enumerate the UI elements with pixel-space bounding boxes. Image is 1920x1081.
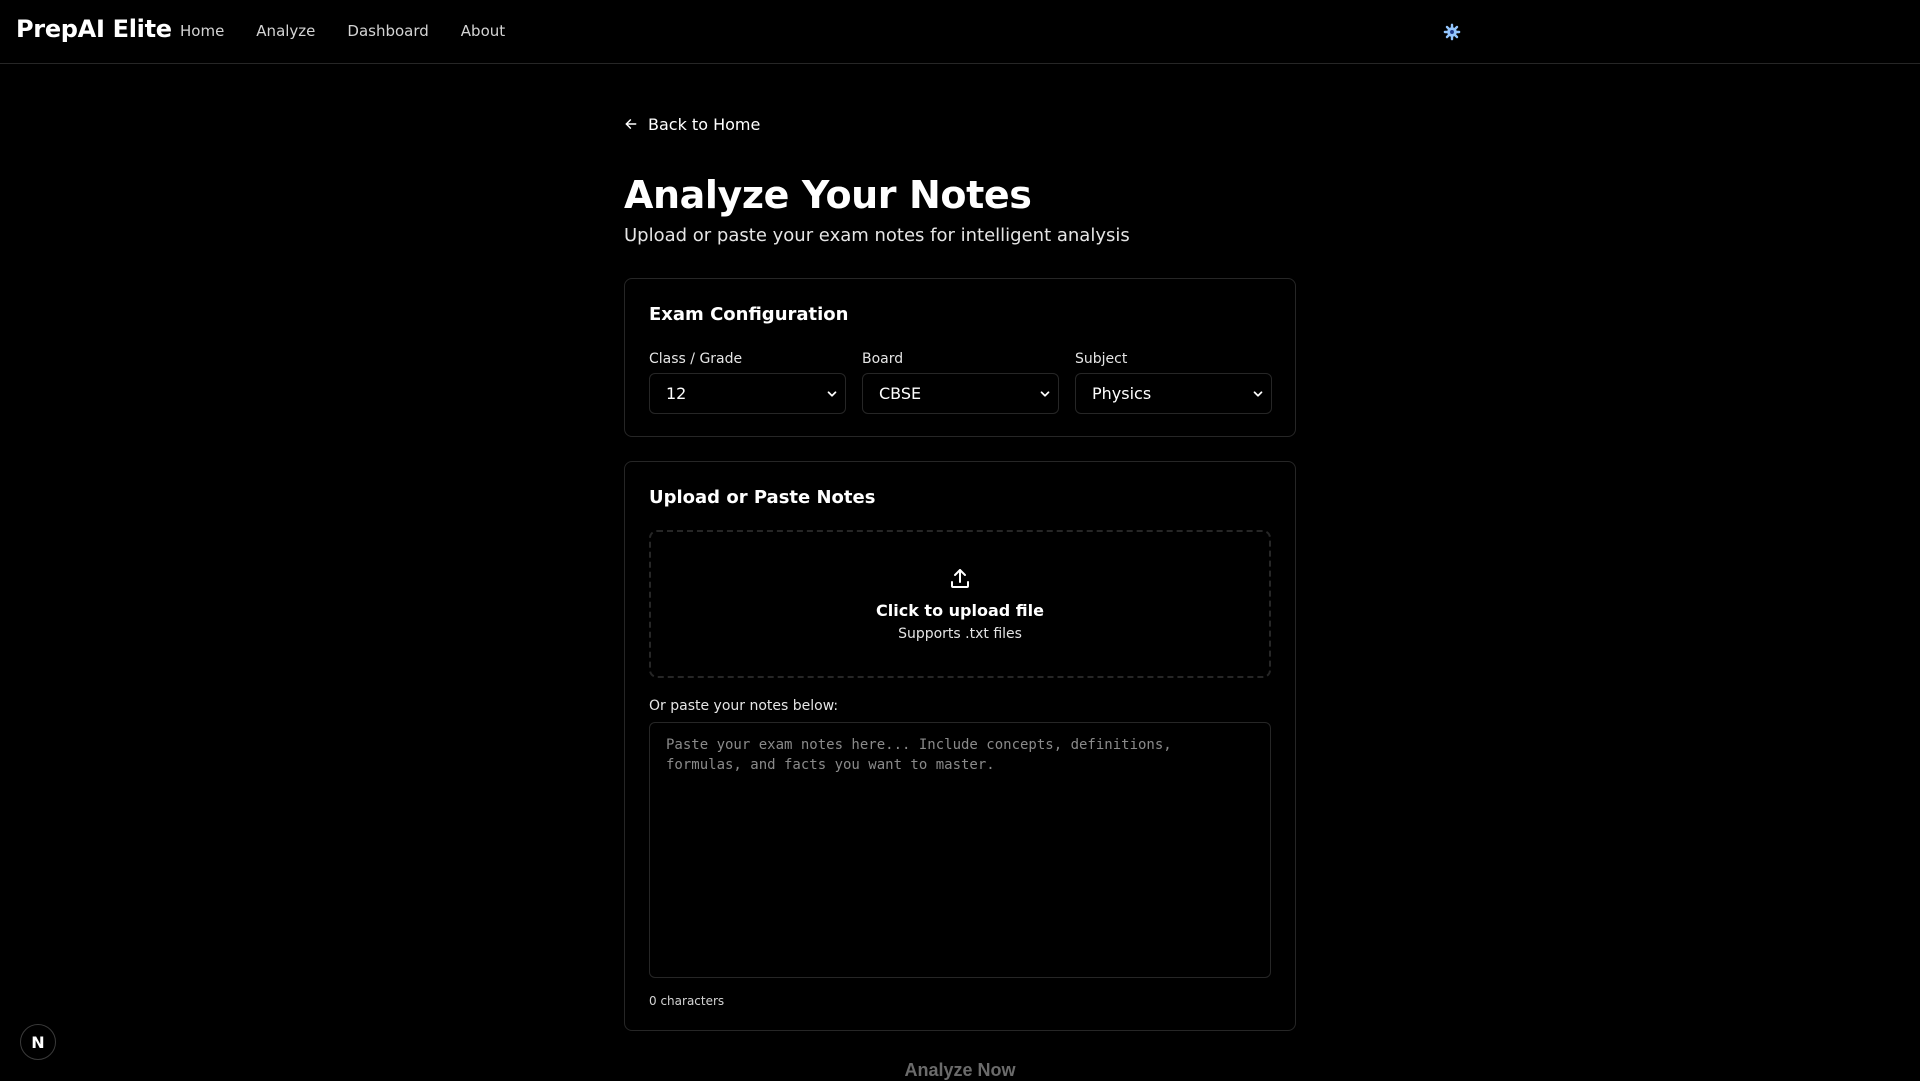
back-to-home-link[interactable]: Back to Home xyxy=(624,108,760,140)
settings-button[interactable] xyxy=(1442,22,1462,42)
upload-notes-title: Upload or Paste Notes xyxy=(649,487,876,508)
class-select-value: 12 xyxy=(666,384,687,403)
page-subtitle: Upload or paste your exam notes for inte… xyxy=(624,225,1130,246)
chevron-down-icon xyxy=(1040,390,1050,397)
nav-analyze-link[interactable]: Analyze xyxy=(256,22,315,40)
upload-notes-card: Upload or Paste Notes Click to upload fi… xyxy=(624,461,1296,1031)
subject-select[interactable]: Physics xyxy=(1075,373,1272,414)
notes-textarea[interactable] xyxy=(649,722,1271,978)
class-field: Class / Grade 12 xyxy=(649,351,846,414)
back-link-label: Back to Home xyxy=(648,114,761,134)
chevron-down-icon xyxy=(827,390,837,397)
board-field: Board CBSE xyxy=(862,351,1059,414)
upload-title: Click to upload file xyxy=(876,600,1044,620)
nav-about-link[interactable]: About xyxy=(461,22,505,40)
board-select[interactable]: CBSE xyxy=(862,373,1059,414)
subject-field: Subject Physics xyxy=(1075,351,1272,414)
analyze-now-button[interactable]: Analyze Now xyxy=(624,1060,1296,1081)
nav-home-link[interactable]: Home xyxy=(180,22,224,40)
subject-select-value: Physics xyxy=(1092,384,1152,403)
page-title: Analyze Your Notes xyxy=(624,173,1032,217)
file-upload-dropzone[interactable]: Click to upload file Supports .txt files xyxy=(649,530,1271,678)
subject-label: Subject xyxy=(1075,351,1128,367)
brand-logo[interactable]: PrepAI Elite xyxy=(16,15,172,43)
class-select[interactable]: 12 xyxy=(649,373,846,414)
dev-tools-badge[interactable]: N xyxy=(20,1024,56,1060)
class-label: Class / Grade xyxy=(649,351,743,367)
nav-dashboard-link[interactable]: Dashboard xyxy=(347,22,428,40)
upload-icon xyxy=(951,568,969,588)
upload-subtitle: Supports .txt files xyxy=(898,625,1022,642)
board-label: Board xyxy=(862,351,904,367)
gear-icon xyxy=(1443,23,1461,41)
main-content: Back to Home Analyze Your Notes Upload o… xyxy=(624,108,1296,1031)
top-navbar: PrepAI Elite Home Analyze Dashboard Abou… xyxy=(0,0,1920,64)
character-count: 0 characters xyxy=(649,994,725,1008)
exam-configuration-card: Exam Configuration Class / Grade 12 Boar… xyxy=(624,278,1296,437)
main-nav: Home Analyze Dashboard About xyxy=(180,22,505,40)
chevron-down-icon xyxy=(1253,390,1263,397)
board-select-value: CBSE xyxy=(879,384,922,403)
config-fields: Class / Grade 12 Board CBSE Subject Phys… xyxy=(649,351,1272,414)
arrow-left-icon xyxy=(625,119,637,129)
exam-configuration-title: Exam Configuration xyxy=(649,304,849,325)
paste-notes-label: Or paste your notes below: xyxy=(649,698,839,714)
